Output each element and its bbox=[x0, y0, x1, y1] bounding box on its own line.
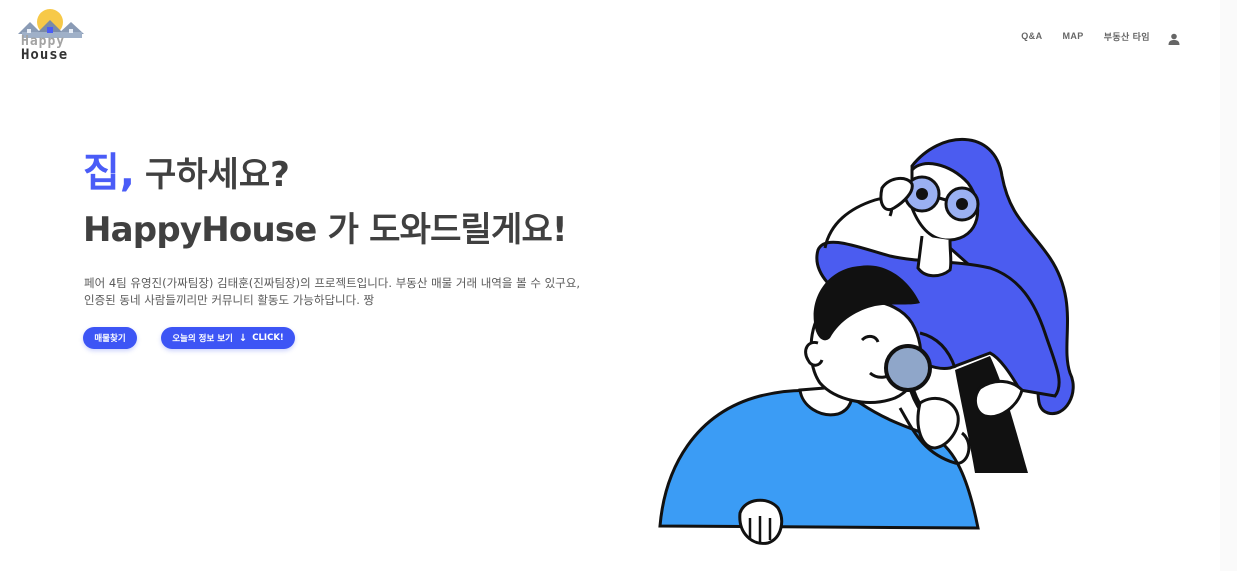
page: Happy House Q&A MAP 부동산 타임 집, 구하세요? Happy… bbox=[0, 0, 1220, 571]
hero-description: 페어 4팀 유영진(가짜팀장) 김태훈(진짜팀장)의 프로젝트입니다. 부동산 … bbox=[84, 275, 604, 309]
hero-description-line: 인증된 동네 사람들끼리만 커뮤니티 활동도 가능하답니다. 짱 bbox=[84, 293, 375, 307]
logo-text-house: House bbox=[21, 47, 69, 63]
find-listings-label: 매물찾기 bbox=[94, 334, 126, 344]
couple-illustration bbox=[658, 137, 1075, 545]
today-info-label: 오늘의 정보 보기 bbox=[172, 334, 233, 344]
user-icon[interactable] bbox=[1168, 30, 1180, 45]
hero-description-line: 페어 4팀 유영진(가짜팀장) 김태훈(진짜팀장)의 프로젝트입니다. 부동산 … bbox=[84, 276, 580, 290]
nav-qna[interactable]: Q&A bbox=[1021, 31, 1042, 41]
happyhouse-logo[interactable]: Happy House bbox=[16, 6, 88, 64]
magnifier-lens bbox=[884, 344, 932, 392]
arrow-down-icon: ↓ bbox=[238, 332, 248, 344]
nav-realestate-time[interactable]: 부동산 타임 bbox=[1104, 30, 1150, 43]
hero-title-accent: 집, bbox=[83, 150, 135, 196]
hero-subtitle: HappyHouse 가 도와드릴게요! bbox=[83, 210, 568, 250]
nav-map[interactable]: MAP bbox=[1062, 31, 1083, 41]
today-info-button[interactable]: 오늘의 정보 보기 ↓ CLICK! bbox=[161, 327, 295, 349]
hero-title-rest: 구하세요? bbox=[145, 155, 290, 195]
today-info-suffix: CLICK! bbox=[252, 333, 284, 343]
find-listings-button[interactable]: 매물찾기 bbox=[83, 327, 137, 349]
scrollbar[interactable] bbox=[1220, 0, 1237, 571]
top-nav: Q&A MAP 부동산 타임 bbox=[1001, 27, 1180, 45]
hero-title: 집, 구하세요? bbox=[83, 145, 290, 203]
